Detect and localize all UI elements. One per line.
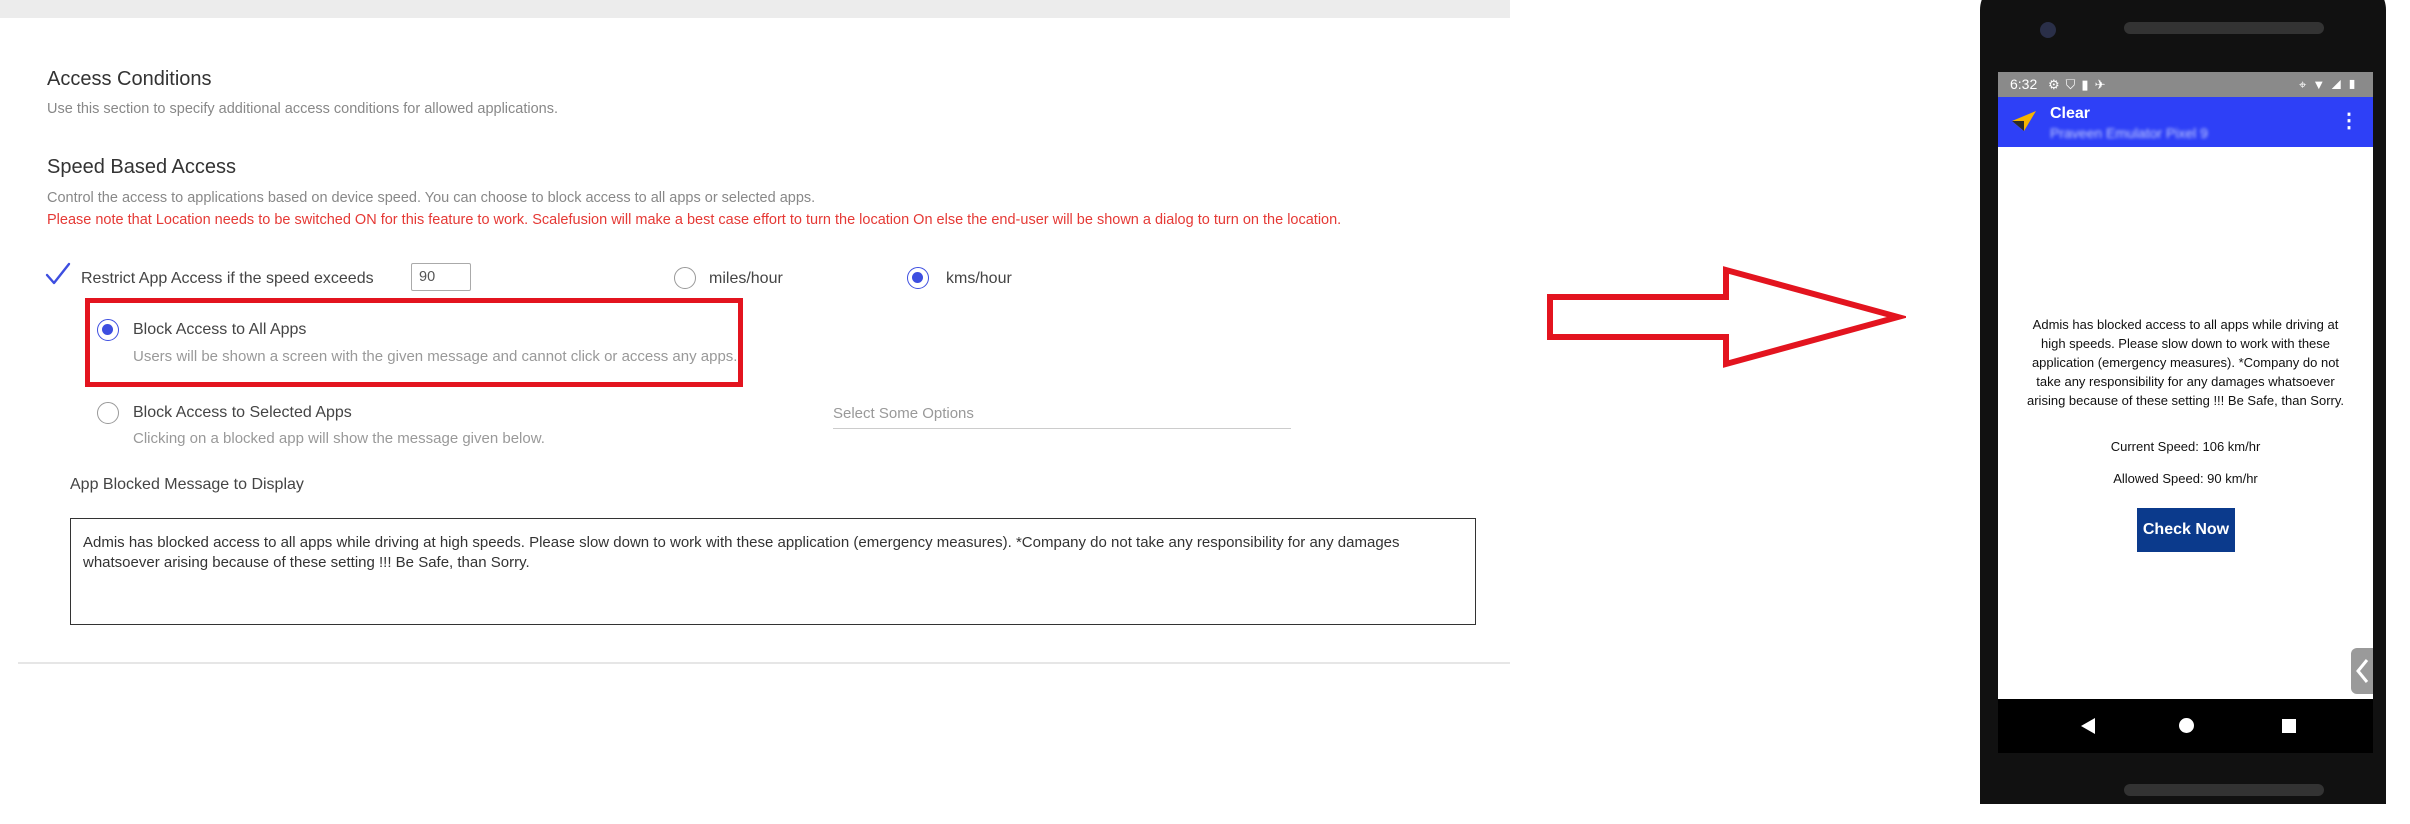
- top-strip: [0, 0, 1510, 18]
- block-all-apps-label: Block Access to All Apps: [133, 321, 307, 338]
- bottom-speaker: [2124, 784, 2324, 796]
- check-now-button[interactable]: Check Now: [2137, 508, 2235, 552]
- block-selected-apps-radio[interactable]: [97, 402, 119, 424]
- access-conditions-title: Access Conditions: [47, 68, 212, 90]
- kms-per-hour-radio[interactable]: [907, 267, 929, 289]
- right-arrow-icon: [1547, 266, 1906, 368]
- message-label: App Blocked Message to Display: [70, 476, 304, 493]
- chevron-left-icon: [2356, 659, 2369, 683]
- location-note: Please note that Location needs to be sw…: [47, 212, 1342, 228]
- camera: [2040, 22, 2056, 38]
- app-title: Clear: [2050, 105, 2091, 122]
- speaker: [2124, 22, 2324, 34]
- battery-icon: ▮: [2347, 77, 2363, 92]
- location-icon: ⌖: [2298, 77, 2313, 92]
- settings-panel: Access Conditions Use this section to sp…: [18, 18, 1510, 664]
- overflow-menu-icon[interactable]: ⋮: [2339, 111, 2359, 131]
- status-bar: 6:32 ⚙⛉▮✈ ⌖▼◢▮: [1998, 72, 2373, 97]
- miles-per-hour-radio[interactable]: [674, 267, 696, 289]
- speed-limit-input[interactable]: [411, 263, 471, 291]
- status-time: 6:32: [2010, 76, 2038, 92]
- miles-per-hour-label: miles/hour: [709, 270, 783, 287]
- signal-icon: ◢: [2331, 77, 2348, 92]
- block-all-apps-sublabel: Users will be shown a screen with the gi…: [133, 348, 738, 365]
- message-textarea[interactable]: Admis has blocked access to all apps whi…: [70, 518, 1476, 625]
- select-apps-underline: [833, 428, 1291, 429]
- phone-screen: 6:32 ⚙⛉▮✈ ⌖▼◢▮ Clear Praveen Emulator Pi…: [1998, 72, 2373, 699]
- status-icons-left: ⚙⛉▮✈: [2048, 77, 2111, 93]
- block-selected-apps-sublabel: Clicking on a blocked app will show the …: [133, 430, 545, 447]
- wifi-icon: ▼: [2312, 77, 2332, 92]
- blocked-message: Admis has blocked access to all apps whi…: [2027, 317, 2344, 408]
- sd-card-icon: ▮: [2081, 77, 2095, 92]
- app-subtitle: Praveen Emulator Pixel 9: [2050, 125, 2208, 141]
- restrict-label: Restrict App Access if the speed exceeds: [81, 270, 374, 287]
- speed-based-access-title: Speed Based Access: [47, 156, 237, 178]
- side-handle[interactable]: [2351, 648, 2373, 694]
- speed-based-access-description: Control the access to applications based…: [47, 190, 816, 206]
- highlight-box: [85, 298, 743, 387]
- recents-icon[interactable]: [2282, 719, 2296, 733]
- block-selected-apps-label: Block Access to Selected Apps: [133, 404, 352, 421]
- current-speed: Current Speed: 106 km/hr: [2110, 439, 2261, 454]
- allowed-speed: Allowed Speed: 90 km/hr: [2113, 471, 2258, 486]
- check-icon: [45, 262, 71, 285]
- block-all-apps-radio[interactable]: [97, 319, 119, 341]
- status-icons-right: ⌖▼◢▮: [2299, 77, 2363, 93]
- settings-icon: ⚙: [2048, 77, 2066, 92]
- select-apps-dropdown[interactable]: Select Some Options: [833, 405, 974, 422]
- shield-icon: ⛉: [2065, 77, 2082, 92]
- access-conditions-description: Use this section to specify additional a…: [47, 101, 558, 117]
- restrict-checkbox[interactable]: [44, 260, 72, 293]
- app-logo-icon: [2012, 111, 2036, 131]
- back-icon[interactable]: [2081, 718, 2095, 734]
- app-bar: Clear Praveen Emulator Pixel 9 ⋮: [1998, 97, 2373, 147]
- home-icon[interactable]: [2179, 718, 2194, 733]
- kms-per-hour-label: kms/hour: [946, 270, 1012, 287]
- notification-icon: ✈: [2094, 77, 2112, 92]
